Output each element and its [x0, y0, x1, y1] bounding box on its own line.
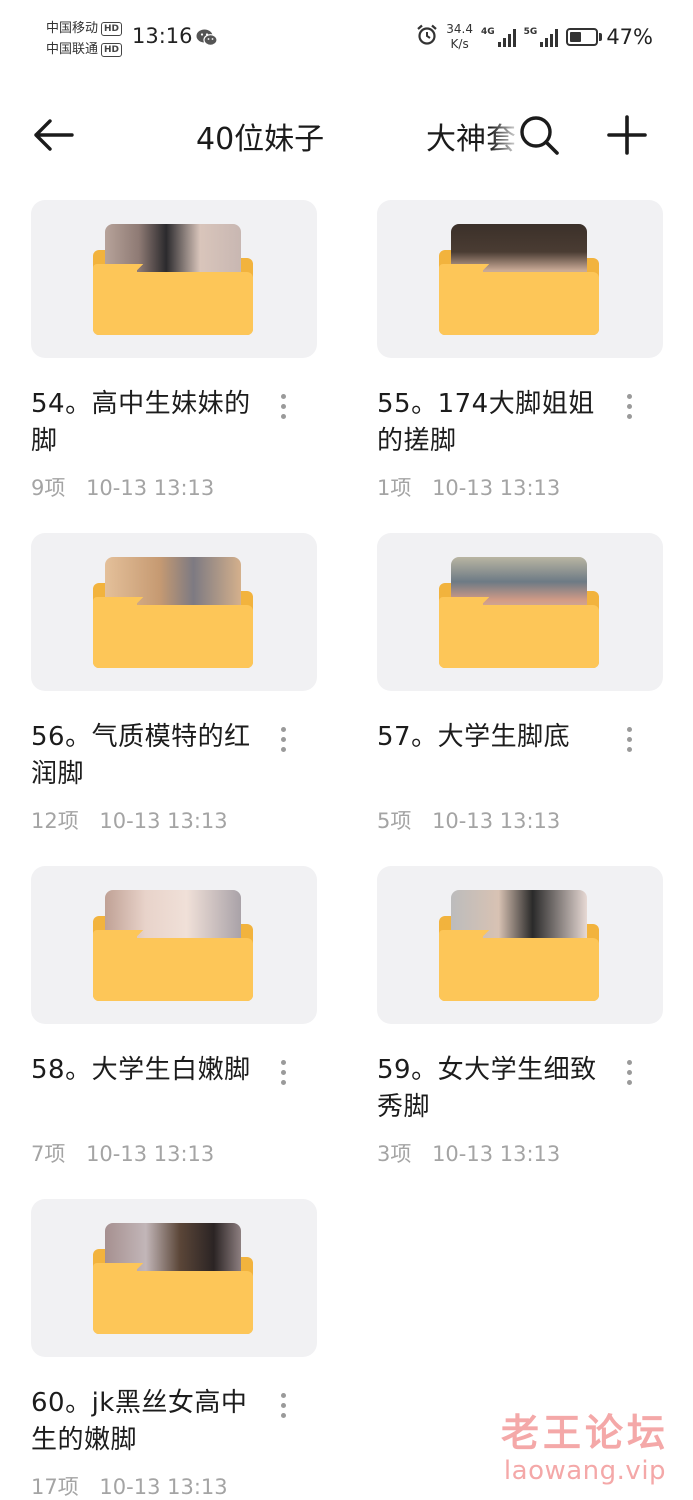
folder-item-count: 12项 [31, 809, 79, 833]
net-speed: 34.4 K/s [446, 22, 473, 52]
folder-date: 10-13 13:13 [432, 809, 561, 833]
signal-2: 5G [524, 27, 559, 47]
folder-thumbnail-card[interactable] [377, 200, 663, 358]
more-options-icon[interactable] [273, 1387, 293, 1423]
search-button[interactable] [512, 110, 566, 160]
net-speed-unit: K/s [450, 37, 469, 51]
folder-item-count: 17项 [31, 1475, 79, 1499]
status-bar: 中国移动 HD 中国联通 HD 13:16 34.4 K/s 4G 5G 47% [0, 0, 693, 80]
folder-name: 56。气质模特的红润脚 [31, 722, 251, 789]
folder-item[interactable]: 57。大学生脚底 5项 10-13 13:13 [377, 533, 663, 833]
battery-percent: 47% [606, 25, 653, 49]
more-options-icon[interactable] [273, 721, 293, 757]
status-time: 13:16 [132, 24, 193, 48]
wechat-icon [196, 28, 218, 52]
folder-date: 10-13 13:13 [432, 476, 561, 500]
folder-meta: 12项 10-13 13:13 [31, 805, 242, 835]
header-bar: 40位妹子 大神套 [0, 100, 693, 170]
signal-bars-icon [540, 27, 559, 47]
folder-meta: 1项 10-13 13:13 [377, 472, 574, 502]
battery-indicator: 47% [566, 25, 653, 49]
alarm-icon [416, 24, 438, 50]
folder-icon [439, 886, 599, 1001]
folder-thumbnail-card[interactable] [377, 533, 663, 691]
back-button[interactable] [28, 112, 78, 158]
folder-date: 10-13 13:13 [86, 476, 215, 500]
net-speed-value: 34.4 [446, 22, 473, 36]
folder-icon [439, 553, 599, 668]
folder-icon [93, 220, 253, 335]
carrier-1-name: 中国移动 [46, 21, 99, 36]
folder-item[interactable]: 56。气质模特的红润脚 12项 10-13 13:13 [31, 533, 317, 833]
carrier-2-name: 中国联通 [46, 42, 99, 57]
folder-name: 60。jk黑丝女高中生的嫩脚 [31, 1388, 248, 1455]
folder-item[interactable]: 58。大学生白嫩脚 7项 10-13 13:13 [31, 866, 317, 1166]
folder-thumbnail-card[interactable] [377, 866, 663, 1024]
folder-icon [439, 220, 599, 335]
folder-meta: 5项 10-13 13:13 [377, 805, 574, 835]
folder-meta: 17项 10-13 13:13 [31, 1471, 242, 1500]
folder-item-count: 3项 [377, 1142, 412, 1166]
folder-meta: 9项 10-13 13:13 [31, 472, 228, 502]
folder-name: 58。大学生白嫩脚 [31, 1055, 251, 1085]
folder-item-count: 7项 [31, 1142, 66, 1166]
signal-bars-icon [497, 27, 516, 47]
carrier-2: 中国联通 HD [46, 39, 123, 60]
signal-1: 4G [481, 27, 516, 47]
watermark-cn: 老王论坛 [500, 1411, 669, 1455]
folder-thumbnail-card[interactable] [31, 200, 317, 358]
more-options-icon[interactable] [273, 388, 293, 424]
folder-thumbnail-card[interactable] [31, 866, 317, 1024]
folder-thumbnail-card[interactable] [31, 533, 317, 691]
hd-badge-1: HD [101, 21, 123, 36]
watermark: 老王论坛 laowang.vip [501, 1410, 669, 1486]
folder-item[interactable]: 55。174大脚姐姐的搓脚 1项 10-13 13:13 [377, 200, 663, 500]
more-options-icon[interactable] [619, 388, 639, 424]
folder-item[interactable]: 54。高中生妹妹的脚 9项 10-13 13:13 [31, 200, 317, 500]
folder-item-count: 1项 [377, 476, 412, 500]
add-icon [607, 115, 647, 155]
folder-icon [93, 886, 253, 1001]
more-options-icon[interactable] [619, 1054, 639, 1090]
folder-icon [93, 553, 253, 668]
file-manager-screen: 中国移动 HD 中国联通 HD 13:16 34.4 K/s 4G 5G 47%… [0, 0, 693, 1500]
page-title: 40位妹子 [196, 122, 325, 157]
search-icon [520, 116, 559, 155]
folder-date: 10-13 13:13 [99, 809, 228, 833]
folder-name: 57。大学生脚底 [377, 722, 571, 752]
folder-item-count: 5项 [377, 809, 412, 833]
folder-item-count: 9项 [31, 476, 66, 500]
watermark-en: laowang.vip [503, 1456, 667, 1486]
signal-2-tag: 5G [523, 27, 538, 37]
folder-thumbnail-card[interactable] [31, 1199, 317, 1357]
more-options-icon[interactable] [619, 721, 639, 757]
carrier-1: 中国移动 HD [46, 18, 123, 39]
folder-meta: 3项 10-13 13:13 [377, 1138, 574, 1168]
carrier-info: 中国移动 HD 中国联通 HD [46, 18, 123, 60]
folder-meta: 7项 10-13 13:13 [31, 1138, 228, 1168]
add-button[interactable] [600, 110, 654, 160]
signal-1-tag: 4G [481, 27, 495, 37]
folder-name: 54。高中生妹妹的脚 [31, 389, 251, 456]
folder-date: 10-13 13:13 [432, 1142, 561, 1166]
folder-name: 59。女大学生细致秀脚 [377, 1055, 597, 1122]
folder-icon [93, 1219, 253, 1334]
battery-icon [566, 28, 599, 46]
status-right-group: 34.4 K/s 4G 5G 47% [416, 22, 653, 52]
hd-badge-2: HD [101, 42, 123, 57]
folder-item[interactable]: 59。女大学生细致秀脚 3项 10-13 13:13 [377, 866, 663, 1166]
folder-date: 10-13 13:13 [86, 1142, 215, 1166]
back-arrow-icon [34, 119, 74, 151]
more-options-icon[interactable] [273, 1054, 293, 1090]
folder-name: 55。174大脚姐姐的搓脚 [377, 389, 595, 456]
folder-date: 10-13 13:13 [99, 1475, 228, 1499]
folder-item[interactable]: 60。jk黑丝女高中生的嫩脚 17项 10-13 13:13 [31, 1199, 317, 1499]
